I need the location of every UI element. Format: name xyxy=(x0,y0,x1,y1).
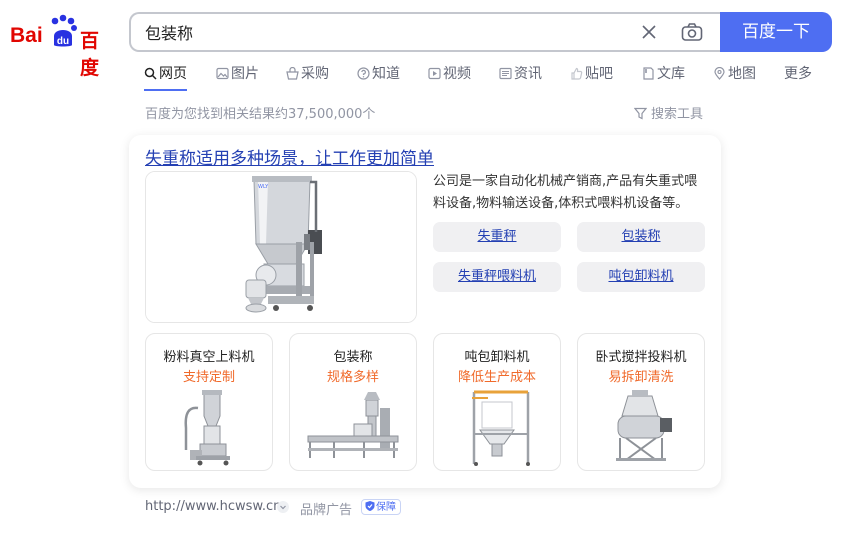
tab-tieba[interactable]: 贴吧 xyxy=(570,63,613,91)
product-card[interactable]: 粉料真空上料机 支持定制 xyxy=(145,333,273,471)
product-tagline: 支持定制 xyxy=(182,370,235,385)
bulk-bag-unloader-image xyxy=(472,390,530,466)
product-tagline: 规格多样 xyxy=(326,370,379,385)
product-tagline: 易拆卸清洗 xyxy=(608,370,674,385)
loss-in-weight-feeder-illustration: WLY xyxy=(146,172,416,322)
product-name: 包装称 xyxy=(333,350,373,365)
tab-zhidao[interactable]: 知道 xyxy=(357,63,400,91)
svg-text:WLY: WLY xyxy=(258,184,269,190)
sitelink-3[interactable]: 失重秤喂料机 xyxy=(433,262,561,292)
tab-images[interactable]: 图片 xyxy=(216,63,259,91)
product-tagline: 降低生产成本 xyxy=(457,370,536,385)
ad-card: 失重称适用多种场景，让工作更加简单 WLY 公司是一家自动化机械产销商,产品有失… xyxy=(129,135,721,488)
tab-wenku[interactable]: 文库 xyxy=(642,63,685,91)
tab-label: 地图 xyxy=(728,66,756,82)
product-name: 粉料真空上料机 xyxy=(163,350,255,365)
tab-label: 视频 xyxy=(443,66,471,82)
search-input[interactable] xyxy=(145,22,625,41)
vacuum-conveyor-image xyxy=(184,390,230,466)
tab-label: 图片 xyxy=(231,66,259,82)
product-name: 卧式搅拌投料机 xyxy=(595,350,687,365)
tab-label: 文库 xyxy=(657,66,685,82)
tab-label: 资讯 xyxy=(514,66,542,82)
paw-icon: du xyxy=(51,14,77,47)
hero-product-image[interactable]: WLY xyxy=(145,171,417,323)
horizontal-mixer-image xyxy=(616,390,672,461)
map-icon xyxy=(714,67,725,80)
clear-icon[interactable] xyxy=(641,24,657,40)
tab-web[interactable]: 网页 xyxy=(144,63,187,91)
sitelink-1[interactable]: 失重秤 xyxy=(433,222,561,252)
ad-description: 公司是一家自动化机械产销商,产品有失重式喂料设备,物料输送设备,体积式喂料机设备… xyxy=(433,174,698,211)
question-icon xyxy=(357,67,370,80)
guarantee-label: 保障 xyxy=(376,502,396,513)
display-url[interactable]: http://www.hcwsw.cn xyxy=(145,499,281,514)
product-card[interactable]: 卧式搅拌投料机 易拆卸清洗 xyxy=(577,333,705,471)
chevron-down-icon[interactable] xyxy=(276,500,290,514)
product-card[interactable]: 包装称 规格多样 xyxy=(289,333,417,471)
sitelink-4[interactable]: 吨包卸料机 xyxy=(577,262,705,292)
result-count: 百度为您找到相关结果约37,500,000个 xyxy=(145,107,376,122)
camera-icon[interactable] xyxy=(681,22,703,42)
brand-ad-label: 品牌广告 xyxy=(300,503,353,518)
ad-title-link[interactable]: 失重称适用多种场景，让工作更加简单 xyxy=(145,144,434,169)
guarantee-badge[interactable]: 保障 xyxy=(361,499,401,515)
logo-cn-text: 百度 xyxy=(80,30,100,79)
sitelink-2[interactable]: 包装称 xyxy=(577,222,705,252)
logo-du-text: du xyxy=(57,36,69,47)
tab-more[interactable]: 更多 xyxy=(784,63,812,91)
search-button[interactable]: 百度一下 xyxy=(720,12,832,52)
tab-label: 知道 xyxy=(372,66,400,82)
logo-bai-text: Bai xyxy=(10,24,43,47)
tieba-icon xyxy=(571,67,583,80)
product-card[interactable]: 吨包卸料机 降低生产成本 xyxy=(433,333,561,471)
tab-purchase[interactable]: 采购 xyxy=(286,63,329,91)
shopping-basket-icon xyxy=(286,67,299,80)
search-tools-label: 搜索工具 xyxy=(651,107,704,122)
image-icon xyxy=(216,67,229,80)
tab-map[interactable]: 地图 xyxy=(713,63,756,91)
tab-label: 采购 xyxy=(301,66,329,82)
packing-scale-image xyxy=(307,392,399,458)
video-icon xyxy=(428,67,441,80)
tab-label: 贴吧 xyxy=(585,66,613,82)
baidu-logo[interactable]: Bai du 百度 xyxy=(10,14,114,79)
news-icon xyxy=(499,67,512,80)
tab-video[interactable]: 视频 xyxy=(428,63,471,91)
doc-icon xyxy=(643,67,654,80)
shield-icon xyxy=(365,501,375,511)
search-icon xyxy=(144,67,157,80)
product-name: 吨包卸料机 xyxy=(464,350,530,365)
search-tools-button[interactable]: 搜索工具 xyxy=(634,103,703,122)
search-box xyxy=(129,12,721,52)
tab-label: 更多 xyxy=(784,66,812,82)
tab-label: 网页 xyxy=(159,66,187,82)
tab-news[interactable]: 资讯 xyxy=(499,63,542,91)
filter-icon xyxy=(634,107,647,120)
